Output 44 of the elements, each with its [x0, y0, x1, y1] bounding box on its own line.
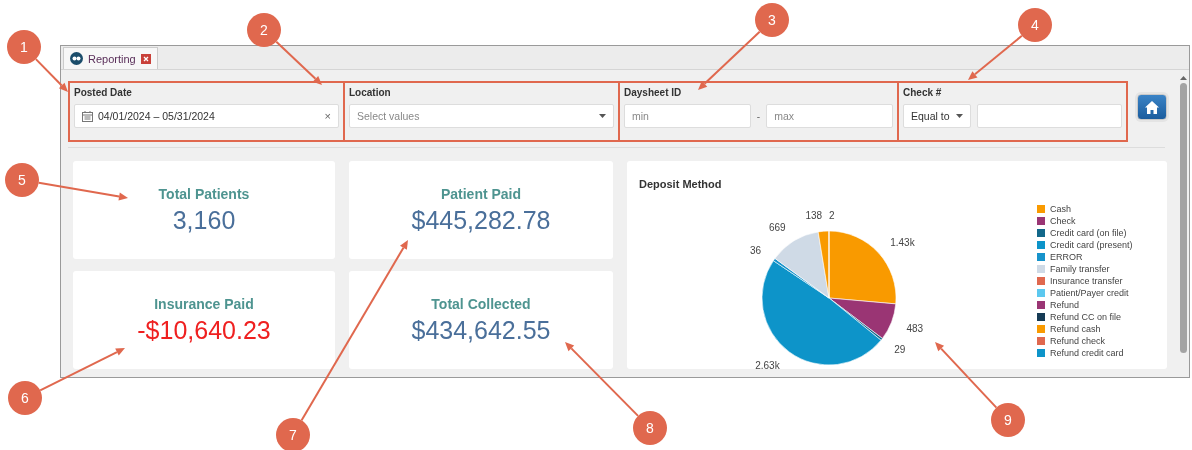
callout-badge: 8 [633, 411, 667, 445]
slice-value-label: 483 [906, 322, 924, 334]
legend-label: Check [1050, 216, 1076, 226]
stat-title: Insurance Paid [154, 295, 254, 312]
legend-label: Refund [1050, 300, 1080, 310]
filter-label: Posted Date [74, 87, 133, 98]
legend-label: Refund check [1050, 336, 1106, 346]
legend-label: Insurance transfer [1050, 276, 1123, 286]
legend-label: Refund CC on file [1050, 312, 1122, 322]
slice-value-label: 2 [828, 210, 835, 221]
legend-label: Refund credit card [1050, 348, 1124, 358]
stat-value: $434,642.55 [411, 315, 551, 345]
callout-badge: 9 [991, 403, 1025, 437]
legend-label: Credit card (on file) [1050, 228, 1127, 238]
filter-label: Check # [903, 87, 943, 98]
callout-badge: 7 [276, 418, 310, 450]
slice-value-label: 138 [805, 210, 823, 222]
stat-value: 3,160 [172, 205, 236, 235]
callout-badge: 3 [755, 3, 789, 37]
callout-badge: 4 [1018, 8, 1052, 42]
callout-badge: 1 [7, 30, 41, 64]
legend-label: Refund cash [1050, 324, 1101, 334]
stat-value: $445,282.78 [411, 205, 551, 235]
stat-title: Patient Paid [440, 185, 522, 202]
callout-badge: 6 [8, 381, 42, 415]
legend-label: Family transfer [1050, 264, 1110, 274]
legend-label: ERROR [1050, 252, 1083, 262]
legend-label: Credit card (present) [1050, 240, 1133, 250]
legend-label: Patient/Payer credit [1050, 288, 1129, 298]
chart-title: Deposit Method [639, 178, 723, 190]
callout-badge: 2 [247, 13, 281, 47]
filter-label: Daysheet ID [624, 87, 683, 98]
stat-title: Total Patients [158, 185, 250, 202]
range-separator: - [756, 110, 761, 122]
callout-badge: 5 [5, 163, 39, 197]
stat-value: -$10,640.23 [137, 315, 271, 345]
slice-value-label: 36 [749, 245, 762, 257]
slice-value-label: 29 [894, 344, 906, 356]
stat-title: Total Collected [431, 295, 531, 312]
slice-value-label: 669 [768, 222, 786, 234]
filter-label: Location [349, 87, 392, 98]
slice-value-label: 1.43k [890, 236, 915, 248]
slice-value-label: 2.63k [755, 359, 780, 371]
legend-label: Cash [1050, 204, 1071, 214]
